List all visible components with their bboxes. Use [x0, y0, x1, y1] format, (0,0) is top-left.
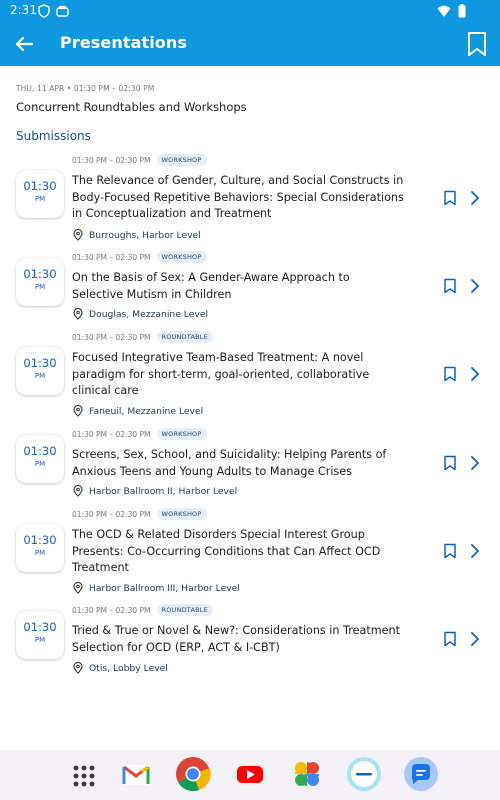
chrome-icon[interactable] — [175, 756, 211, 792]
location-row: Burroughs, Harbor Level — [72, 228, 201, 242]
bookmark-icon[interactable] — [443, 455, 457, 471]
time-row: 01:30 PM – 02:30 PM ROUNDTABLE — [72, 330, 213, 344]
time-box-ampm: PM — [34, 195, 46, 203]
chevron-right-icon[interactable] — [469, 366, 481, 382]
time-row: 01:30 PM – 02:30 PM WORKSHOP — [72, 250, 207, 264]
location-pin-icon — [73, 485, 83, 497]
time-box: 01:30 PM — [16, 435, 64, 483]
app-drawer-icon[interactable] — [66, 756, 102, 792]
time-box-ampm: PM — [34, 636, 46, 644]
gmail-icon[interactable] — [118, 756, 154, 792]
time-row: 01:30 PM – 02:30 PM ROUNDTABLE — [72, 603, 213, 617]
bookmark-icon[interactable] — [443, 366, 457, 382]
type-badge: WORKSHOP — [156, 508, 207, 520]
item-location: Otis, Lobby Level — [89, 662, 168, 674]
item-time-range: 01:30 PM – 02:30 PM — [72, 252, 151, 262]
session-date: THU, 11 APR • 01:30 PM – 02:30 PM — [16, 84, 155, 93]
chevron-right-icon[interactable] — [469, 631, 481, 647]
location-row: Otis, Lobby Level — [72, 661, 168, 675]
time-box-time: 01:30 — [23, 533, 57, 547]
time-box-ampm: PM — [34, 372, 46, 380]
photos-icon[interactable] — [289, 756, 325, 792]
item-location: Douglas, Mezzanine Level — [89, 308, 209, 320]
type-badge: WORKSHOP — [156, 154, 207, 166]
time-box-time: 01:30 — [23, 620, 57, 634]
time-box: 01:30 PM — [16, 524, 64, 572]
location-row: Douglas, Mezzanine Level — [72, 307, 208, 321]
shield-icon — [38, 3, 50, 22]
item-time-range: 01:30 PM – 02:30 PM — [72, 332, 151, 342]
item-title: Tried & True or Novel & New?: Considerat… — [72, 624, 400, 654]
item-location: Harbor Ballroom III, Harbor Level — [89, 582, 240, 594]
time-box-ampm: PM — [34, 283, 46, 291]
time-box-time: 01:30 — [23, 356, 57, 370]
briefcase-icon — [56, 3, 69, 22]
chevron-right-icon[interactable] — [469, 190, 481, 206]
location-row: Faneuil, Mezzanine Level — [72, 404, 203, 418]
app-icon[interactable] — [346, 756, 382, 792]
status-time: 2:31 — [10, 3, 37, 17]
chevron-right-icon[interactable] — [469, 543, 481, 559]
arrow-left-icon[interactable] — [12, 32, 36, 56]
app-bar: Presentations — [0, 22, 500, 66]
item-time-range: 01:30 PM – 02:30 PM — [72, 429, 151, 439]
item-title: On the Basis of Sex: A Gender-Aware Appr… — [72, 271, 350, 301]
location-row: Harbor Ballroom II, Harbor Level — [72, 484, 237, 498]
bookmark-icon[interactable] — [443, 190, 457, 206]
section-label: Submissions — [16, 129, 91, 143]
time-box-time: 01:30 — [23, 444, 57, 458]
item-time-range: 01:30 PM – 02:30 PM — [72, 605, 151, 615]
battery-icon — [458, 3, 466, 22]
dock — [0, 750, 500, 800]
item-title: The Relevance of Gender, Culture, and So… — [72, 174, 404, 220]
time-box: 01:30 PM — [16, 170, 64, 218]
wifi-icon — [437, 3, 451, 22]
item-title: Focused Integrative Team-Based Treatment… — [72, 351, 370, 397]
bookmark-icon[interactable] — [443, 543, 457, 559]
type-badge: WORKSHOP — [156, 251, 207, 263]
location-pin-icon — [73, 308, 83, 320]
time-box: 01:30 PM — [16, 258, 64, 306]
bookmark-icon[interactable] — [443, 278, 457, 294]
page-title: Presentations — [60, 33, 188, 52]
location-pin-icon — [73, 662, 83, 674]
time-box-ampm: PM — [34, 549, 46, 557]
time-box-time: 01:30 — [23, 267, 57, 281]
time-box: 01:30 PM — [16, 611, 64, 659]
messages-icon[interactable] — [403, 756, 439, 792]
type-badge: ROUNDTABLE — [156, 604, 213, 616]
item-location: Harbor Ballroom II, Harbor Level — [89, 485, 238, 497]
item-location: Burroughs, Harbor Level — [89, 229, 201, 241]
item-title: The OCD & Related Disorders Special Inte… — [72, 528, 381, 574]
time-box-ampm: PM — [34, 460, 46, 468]
item-time-range: 01:30 PM – 02:30 PM — [72, 509, 151, 519]
location-pin-icon — [73, 405, 83, 417]
location-row: Harbor Ballroom III, Harbor Level — [72, 581, 240, 595]
chevron-right-icon[interactable] — [469, 455, 481, 471]
status-bar: 2:31 — [0, 0, 500, 22]
session-title: Concurrent Roundtables and Workshops — [16, 100, 247, 114]
location-pin-icon — [73, 229, 83, 241]
time-row: 01:30 PM – 02:30 PM WORKSHOP — [72, 507, 207, 521]
location-pin-icon — [73, 582, 83, 594]
type-badge: ROUNDTABLE — [156, 331, 213, 343]
time-box-time: 01:30 — [23, 179, 57, 193]
time-row: 01:30 PM – 02:30 PM WORKSHOP — [72, 153, 207, 167]
youtube-icon[interactable] — [232, 756, 268, 792]
item-location: Faneuil, Mezzanine Level — [89, 405, 204, 417]
type-badge: WORKSHOP — [156, 428, 207, 440]
bookmark-icon[interactable] — [443, 631, 457, 647]
item-time-range: 01:30 PM – 02:30 PM — [72, 155, 151, 165]
time-box: 01:30 PM — [16, 347, 64, 395]
bookmark-icon[interactable] — [466, 31, 488, 57]
time-row: 01:30 PM – 02:30 PM WORKSHOP — [72, 427, 207, 441]
item-title: Screens, Sex, School, and Suicidality: H… — [72, 448, 387, 478]
chevron-right-icon[interactable] — [469, 278, 481, 294]
